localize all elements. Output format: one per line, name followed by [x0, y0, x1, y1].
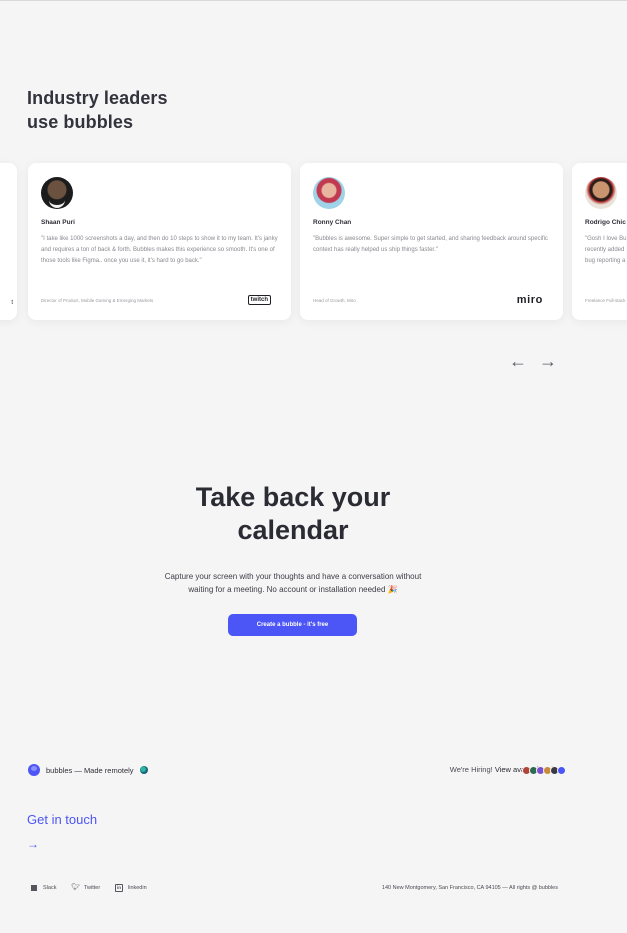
slack-link[interactable]: Slack — [30, 884, 56, 892]
company-logo: twitch — [247, 295, 271, 305]
carousel-next-button[interactable]: → — [538, 351, 558, 371]
avatar — [585, 177, 617, 209]
heading-line-2: use bubbles — [27, 112, 134, 132]
testimonial-card-partial-right: Rodrigo Chic "Gosh I love Bu recently ad… — [572, 163, 627, 320]
testimonial-quote: "Bubbles is awesome. Super simple to get… — [313, 236, 548, 253]
testimonial-role: Director of Product, Mobile Gaming & Eme… — [41, 298, 154, 303]
linkedin-label: linkedin — [128, 885, 147, 891]
testimonial-name: Ronny Chan — [313, 219, 352, 226]
cta-title-line-1: Take back your — [195, 482, 391, 512]
avatar — [41, 177, 73, 209]
slack-icon — [30, 884, 38, 892]
avatar — [313, 177, 345, 209]
arrow-right-icon[interactable]: → — [27, 837, 39, 851]
brand-text: bubbles — Made remotely — [46, 765, 134, 775]
cta-subtitle-line-2: waiting for a meeting. No account or ins… — [188, 585, 398, 594]
heading-line-1: Industry leaders — [27, 88, 168, 108]
testimonial-name: Rodrigo Chic — [585, 219, 626, 226]
testimonial-role: Head of Growth, Miro — [313, 298, 356, 303]
testimonial-card: Ronny Chan "Bubbles is awesome. Super si… — [300, 163, 563, 320]
page: Industry leaders use bubbles t Shaan Pur… — [0, 0, 627, 933]
globe-icon — [139, 766, 148, 774]
footer-brand[interactable]: bubbles — Made remotely — [28, 763, 148, 777]
testimonial-card: Shaan Puri "I take like 1000 screenshots… — [28, 163, 291, 320]
slack-label: Slack — [43, 885, 57, 891]
linkedin-icon: in — [115, 884, 123, 892]
twitter-link[interactable]: 🐦︎ Twitter — [71, 884, 100, 892]
team-avatar — [557, 766, 566, 775]
testimonial-quote: "I take like 1000 screenshots a day, and… — [41, 236, 278, 264]
testimonial-name: Shaan Puri — [41, 219, 75, 226]
hiring-text: We're Hiring! — [449, 765, 493, 774]
footer-address: 140 New Montgomery, San Francisco, CA 94… — [381, 885, 558, 891]
bubbles-logo-icon — [28, 764, 40, 776]
testimonial-card-partial-left: t — [0, 163, 17, 320]
team-avatars — [522, 766, 566, 775]
cta-subtitle: Capture your screen with your thoughts a… — [140, 570, 446, 596]
cta-title-line-2: calendar — [237, 515, 349, 545]
top-divider — [0, 0, 627, 1]
get-in-touch-link[interactable]: Get in touch — [27, 812, 97, 827]
company-logo: miro — [516, 294, 543, 306]
testimonial-quote: "Gosh I love Bu recently added bug repor… — [585, 236, 627, 264]
cta-subtitle-line-1: Capture your screen with your thoughts a… — [164, 572, 422, 581]
carousel-prev-button[interactable]: ← — [508, 351, 528, 371]
cta-title: Take back your calendar — [163, 481, 423, 547]
linkedin-link[interactable]: in linkedin — [115, 884, 147, 892]
create-bubble-button[interactable]: Create a bubble - it's free — [228, 614, 357, 636]
twitter-label: Twitter — [84, 885, 101, 891]
twitter-icon: 🐦︎ — [71, 884, 80, 891]
company-logo: t — [11, 300, 13, 306]
testimonials-heading: Industry leaders use bubbles — [27, 86, 267, 134]
testimonial-role: Freelance Full-stack — [585, 298, 626, 303]
